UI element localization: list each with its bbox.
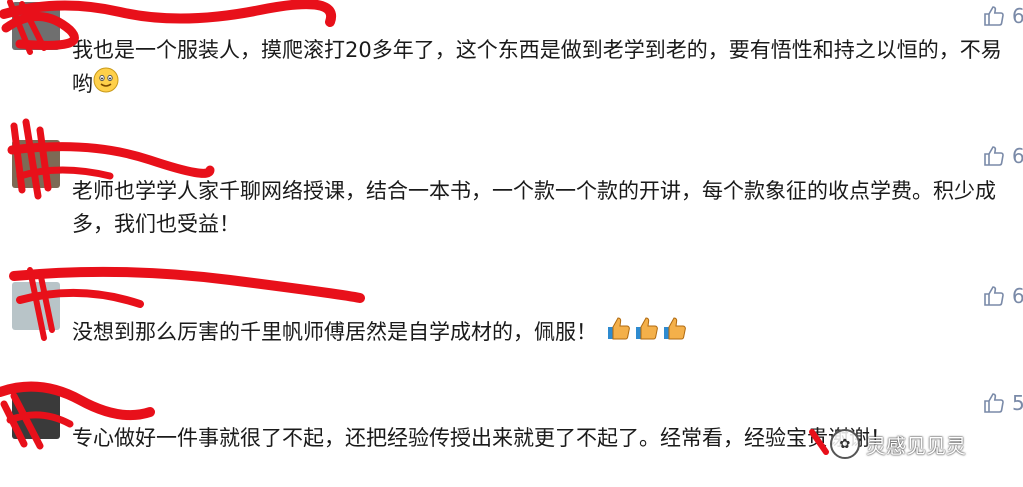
comment-body: 没想到那么厉害的千里帆师傅居然是自学成材的，佩服！ — [72, 320, 597, 344]
thumbs-up-icon — [984, 6, 1004, 26]
thumbs-up-icon — [984, 286, 1004, 306]
watermark-text: 灵感见见灵 — [866, 433, 966, 458]
watermark: ✿ 灵感见见灵 — [830, 424, 1023, 464]
like-button[interactable]: 6 — [982, 4, 1023, 28]
avatar[interactable] — [12, 140, 60, 188]
comment-text: 没想到那么厉害的千里帆师傅居然是自学成材的，佩服！ — [72, 314, 1020, 352]
avatar[interactable] — [12, 391, 60, 439]
like-count: 6 — [1012, 144, 1023, 168]
comment-item: 6 没想到那么厉害的千里帆师傅居然是自学成材的，佩服！ — [0, 262, 1023, 372]
thumbs-up-emoji — [632, 314, 660, 352]
avatar[interactable] — [12, 282, 60, 330]
like-count: 6 — [1012, 284, 1023, 308]
avatar[interactable] — [12, 2, 60, 50]
like-count: 6 — [1012, 4, 1023, 28]
like-button[interactable]: 6 — [982, 144, 1023, 168]
thumbs-up-icon — [984, 393, 1004, 413]
like-button[interactable]: 5 — [982, 391, 1023, 415]
thumbs-up-icon — [984, 146, 1004, 166]
like-count: 5 — [1012, 391, 1023, 415]
comment-item: 6 我也是一个服装人，摸爬滚打20多年了，这个东西是做到老学到老的，要有悟性和持… — [0, 0, 1023, 110]
smiling-face-emoji — [93, 67, 119, 103]
comment-text: 老师也学学人家千聊网络授课，结合一本书，一个款一个款的开讲，每个款象征的收点学费… — [72, 179, 996, 236]
comment-body: 我也是一个服装人，摸爬滚打20多年了，这个东西是做到老学到老的，要有悟性和持之以… — [72, 38, 1002, 96]
wechat-account-logo-icon: ✿ — [830, 429, 860, 459]
thumbs-up-emoji — [604, 314, 632, 352]
thumbs-up-emoji — [660, 314, 688, 352]
comment-item: 6 老师也学学人家千聊网络授课，结合一本书，一个款一个款的开讲，每个款象征的收点… — [0, 120, 1023, 245]
comment-text: 我也是一个服装人，摸爬滚打20多年了，这个东西是做到老学到老的，要有悟性和持之以… — [72, 34, 1020, 103]
like-button[interactable]: 6 — [982, 284, 1023, 308]
